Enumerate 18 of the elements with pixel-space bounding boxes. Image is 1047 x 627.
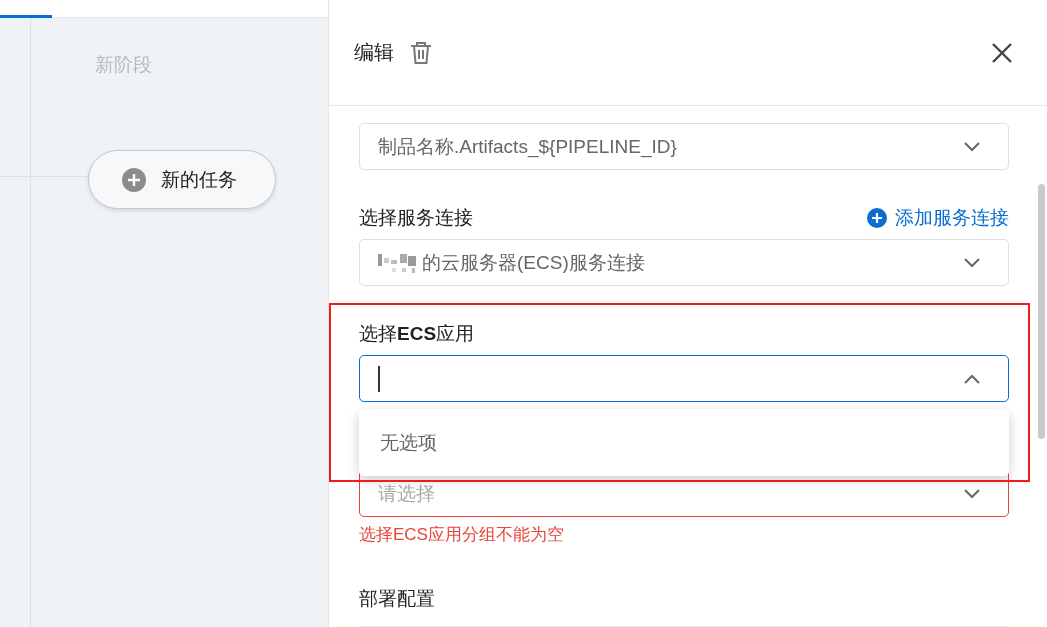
tab-indicator [0,15,52,18]
select-field[interactable] [359,355,1009,402]
add-connection-link[interactable]: 添加服务连接 [867,205,1009,231]
field-label: 选择服务连接 [359,206,473,230]
error-message: 选择ECS应用分组不能为空 [359,524,565,546]
trash-icon[interactable] [410,40,432,65]
close-icon[interactable] [991,41,1013,64]
select-field[interactable]: 的云服务器(ECS)服务连接 [359,239,1009,286]
field-label: 选择ECS应用 [359,322,475,346]
select-field[interactable]: 制品名称.Artifacts_${PIPELINE_ID} [359,123,1009,170]
panel-title: 编辑 [354,40,394,65]
empty-option-text: 无选项 [380,430,437,455]
stage-title: 新阶段 [95,53,152,77]
new-task-button[interactable]: 新的任务 [88,150,276,209]
section-label: 部署配置 [359,588,435,609]
scrollbar[interactable] [1038,184,1045,439]
plus-icon [867,208,887,228]
plus-icon [122,167,146,192]
